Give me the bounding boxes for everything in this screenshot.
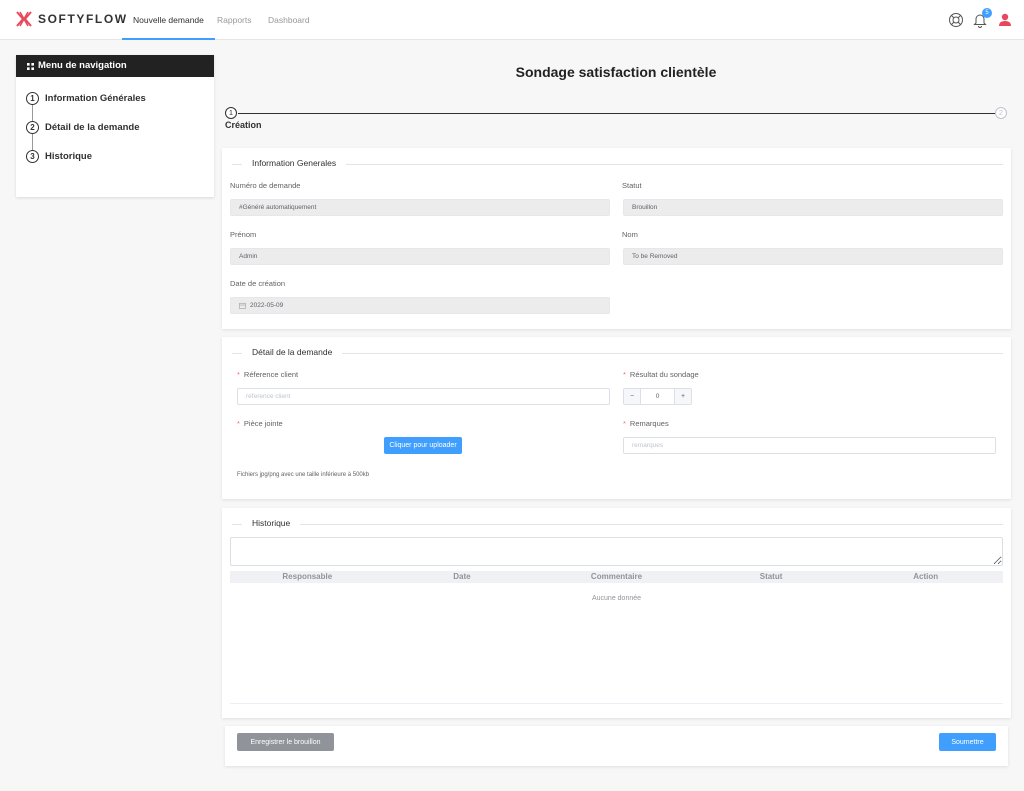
calendar-icon [239, 302, 246, 309]
upload-button[interactable]: Cliquer pour uploader [384, 437, 462, 454]
progress-line [238, 113, 995, 114]
historique-table-header: Responsable Date Commentaire Statut Acti… [230, 571, 1003, 583]
nom-field[interactable]: To be Removed [623, 248, 1003, 265]
navigation-menu-header: Menu de navigation [16, 55, 214, 77]
top-bar: SOFTYFLOW Nouvelle demande Rapports Dash… [0, 0, 1024, 40]
information-generales-card: Information Generales Numéro de demande … [222, 148, 1011, 329]
required-marker: * [623, 419, 626, 428]
reference-client-input[interactable] [237, 388, 610, 405]
piece-jointe-label: * Pièce jointe [237, 419, 283, 428]
resultat-sondage-stepper[interactable]: − 0 + [623, 388, 692, 405]
section-divider [232, 524, 1003, 525]
navigation-menu: Menu de navigation 1 Information Général… [16, 55, 214, 197]
brand-logo[interactable]: SOFTYFLOW [16, 11, 128, 27]
remarques-label: * Remarques [623, 419, 669, 428]
date-creation-label: Date de création [230, 279, 286, 288]
section-divider [232, 353, 1003, 354]
logo-icon [16, 11, 32, 27]
decrement-button[interactable]: − [624, 389, 641, 404]
step-1-label: Création [225, 120, 262, 130]
sidebar-step-number: 1 [26, 92, 39, 105]
column-header-action: Action [913, 572, 939, 581]
historique-textarea[interactable] [230, 537, 1003, 566]
tab-dashboard[interactable]: Dashboard [268, 0, 310, 40]
sidebar-item-detail-demande[interactable]: 2 Détail de la demande [26, 121, 140, 134]
numero-demande-label: Numéro de demande [230, 181, 301, 190]
historique-card: Historique Responsable Date Commentaire … [222, 508, 1011, 718]
sidebar-item-label: Historique [45, 151, 92, 162]
increment-button[interactable]: + [674, 389, 691, 404]
save-draft-button[interactable]: Enregistrer le brouillon [237, 733, 334, 751]
sidebar-item-label: Information Générales [45, 93, 146, 104]
prenom-field[interactable]: Admin [230, 248, 610, 265]
date-creation-value: 2022-05-09 [250, 302, 284, 309]
section-legend: Historique [242, 518, 301, 528]
page-title: Sondage satisfaction clientèle [515, 64, 717, 80]
statut-field[interactable]: Brouillon [623, 199, 1003, 216]
column-header-commentaire: Commentaire [590, 572, 643, 581]
brand-name: SOFTYFLOW [38, 12, 128, 26]
sidebar-item-information-generales[interactable]: 1 Information Générales [26, 92, 146, 105]
nom-label: Nom [622, 230, 638, 239]
column-header-date: Date [453, 572, 471, 581]
table-bottom-divider [230, 703, 1003, 704]
numero-demande-field[interactable]: #Généré automatiquement [230, 199, 610, 216]
step-2-indicator: 2 [995, 107, 1007, 119]
required-marker: * [237, 419, 240, 428]
column-header-responsable: Responsable [282, 572, 333, 581]
step-1-indicator: 1 [225, 107, 237, 119]
user-icon[interactable] [997, 12, 1013, 28]
statut-label: Statut [622, 181, 642, 190]
tab-rapports[interactable]: Rapports [217, 0, 252, 40]
required-marker: * [623, 370, 626, 379]
column-header-statut: Statut [759, 572, 783, 581]
resultat-sondage-label: * Résultat du sondage [623, 370, 699, 379]
navigation-menu-title: Menu de navigation [38, 60, 127, 71]
detail-demande-card: Détail de la demande *Réference client *… [222, 337, 1011, 499]
grid-icon [27, 62, 34, 70]
remarques-input[interactable] [623, 437, 996, 454]
sidebar-item-historique[interactable]: 3 Historique [26, 150, 92, 163]
prenom-label: Prénom [230, 230, 257, 239]
required-marker: * [237, 370, 240, 379]
section-legend: Détail de la demande [242, 347, 343, 357]
submit-button[interactable]: Soumettre [939, 733, 996, 751]
empty-table-message: Aucune donnée [591, 595, 642, 602]
upload-hint: Fichiers jpg/png avec une taille inférie… [237, 472, 370, 478]
sidebar-item-label: Détail de la demande [45, 122, 140, 133]
tab-nouvelle-demande[interactable]: Nouvelle demande [122, 0, 215, 40]
notification-badge: 5 [982, 8, 992, 18]
support-icon[interactable] [948, 12, 964, 28]
stepper-value[interactable]: 0 [641, 389, 674, 404]
section-divider [232, 164, 1003, 165]
sidebar-step-number: 3 [26, 150, 39, 163]
date-creation-field[interactable]: 2022-05-09 [230, 297, 610, 314]
section-legend: Information Generales [242, 158, 347, 168]
reference-client-label: * Réference client [237, 370, 299, 379]
actions-bar: Enregistrer le brouillon Soumettre [225, 726, 1008, 766]
sidebar-step-number: 2 [26, 121, 39, 134]
